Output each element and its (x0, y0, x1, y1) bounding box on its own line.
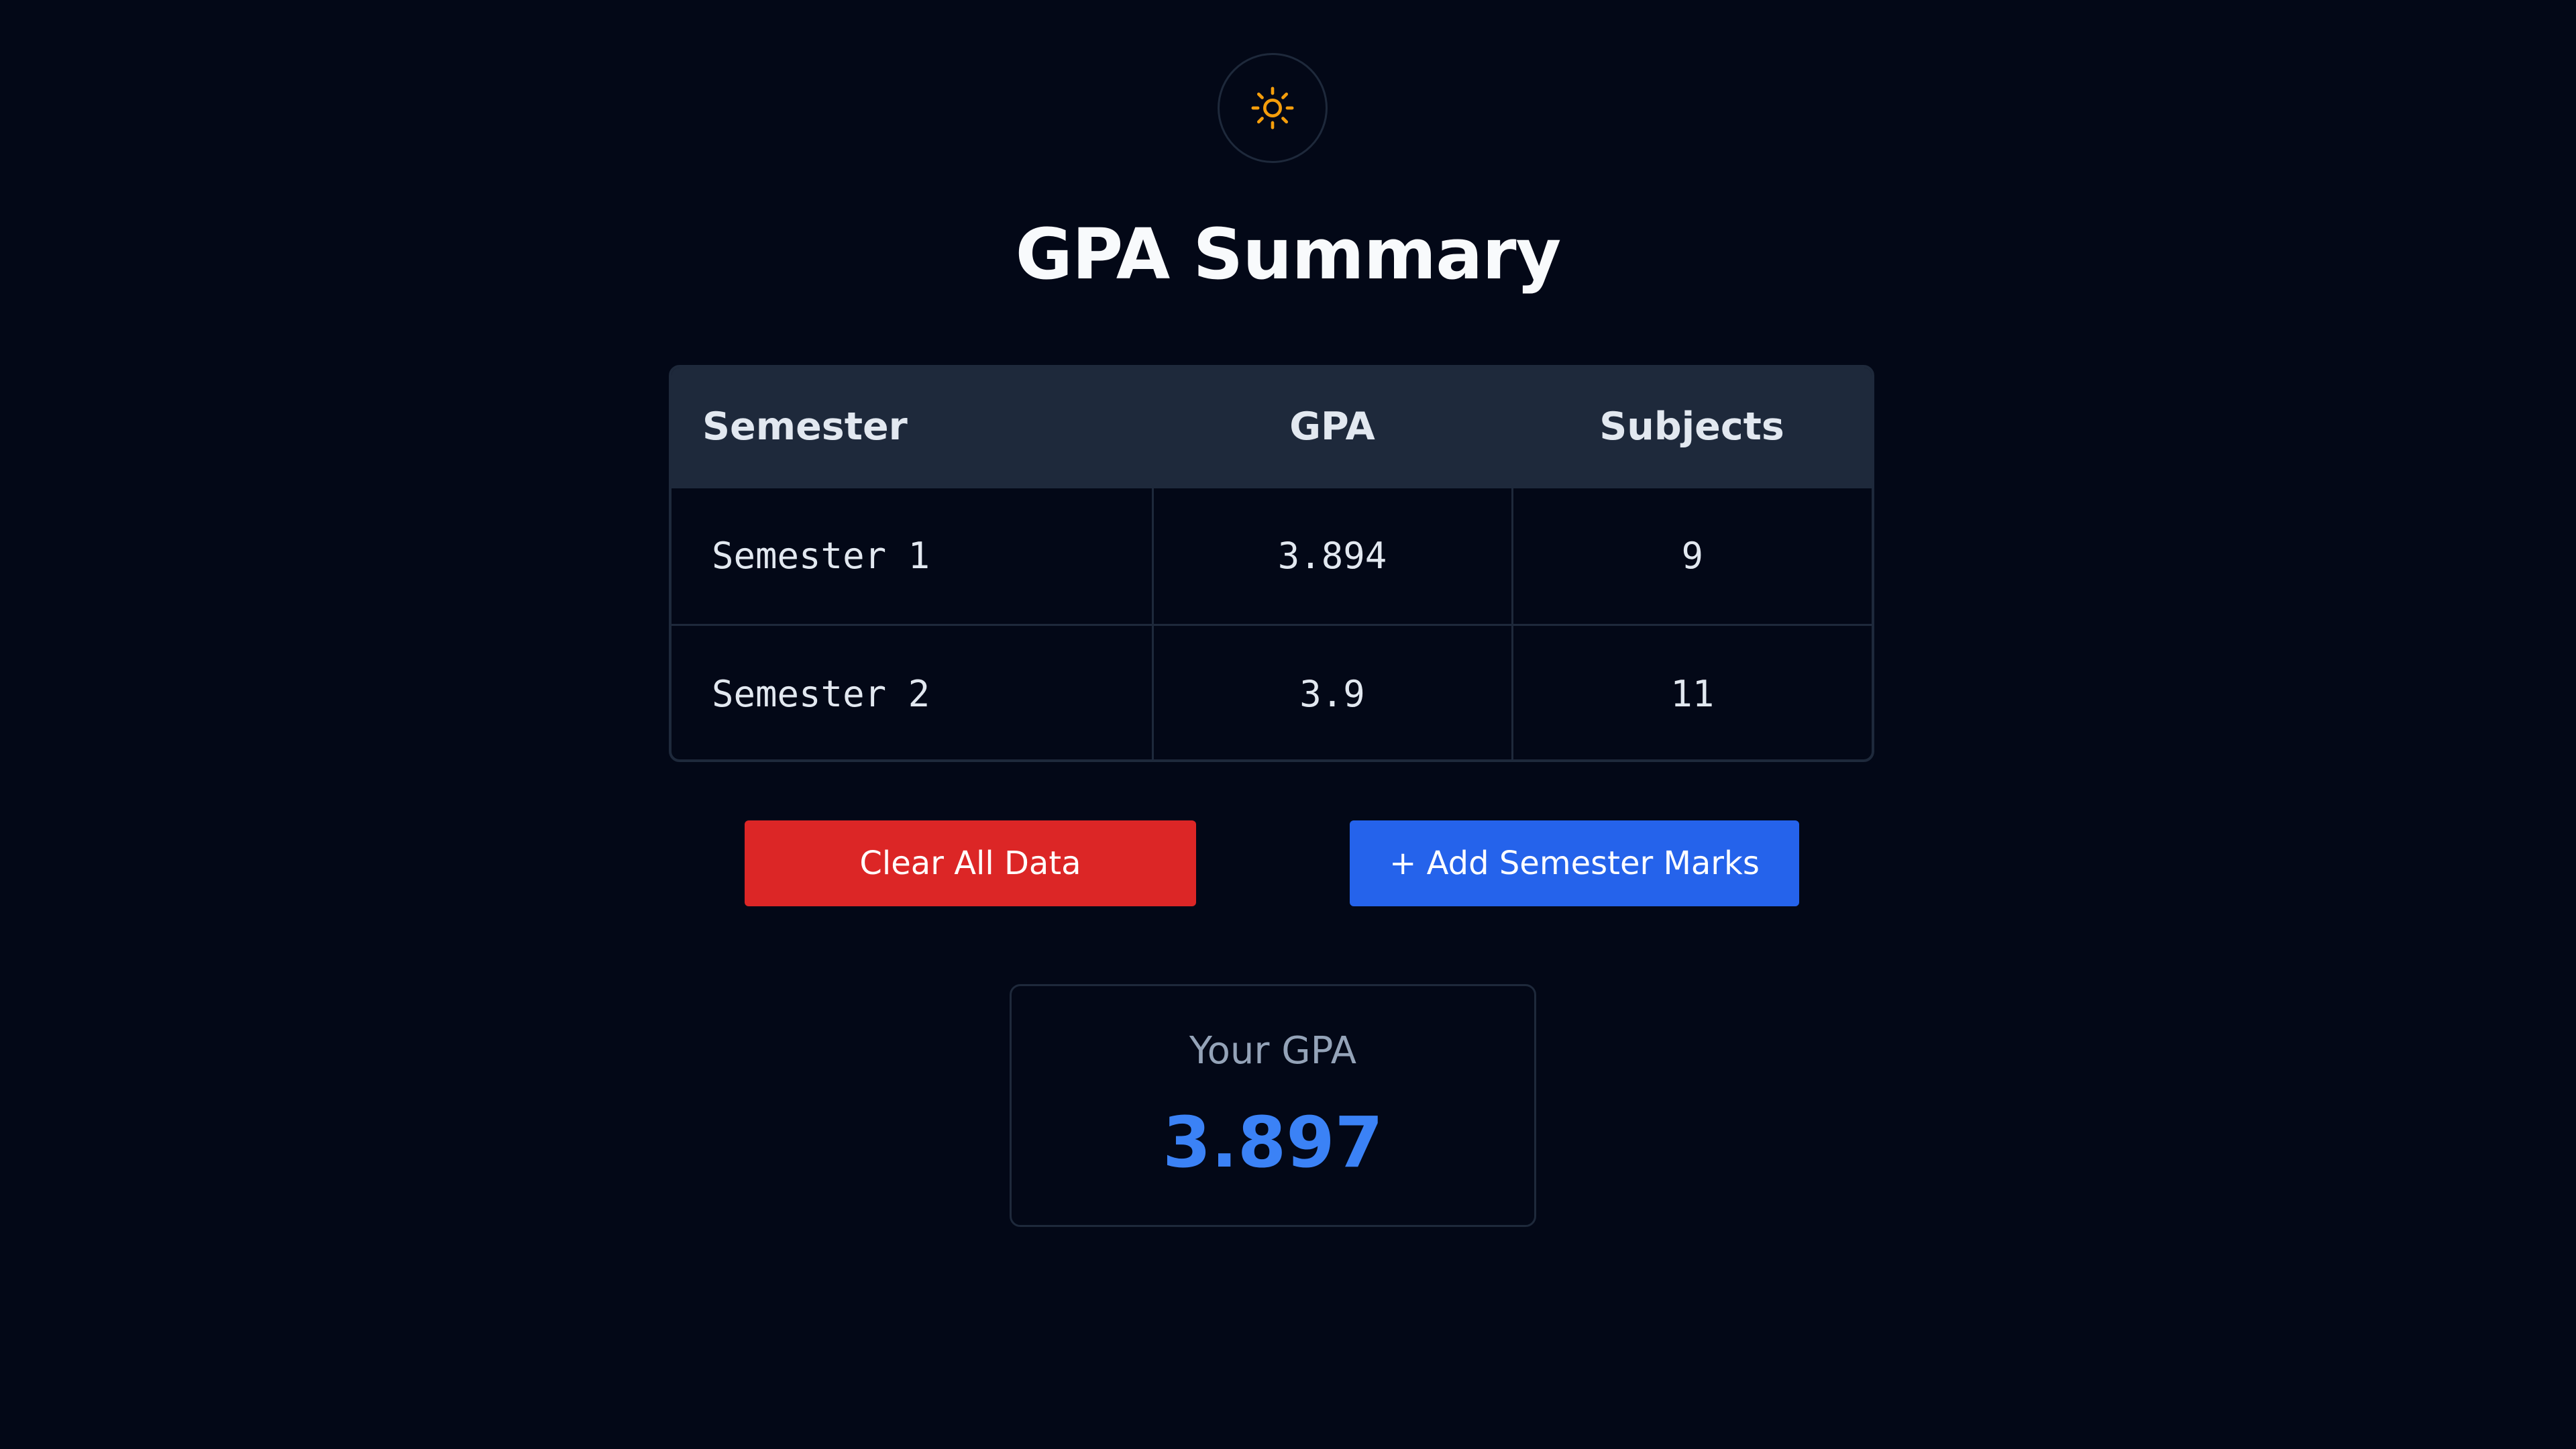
semester-subjects: 9 (1511, 486, 1872, 625)
semester-subjects: 11 (1511, 623, 1872, 759)
semester-name: Semester 1 (672, 486, 1152, 625)
gpa-result-label: Your GPA (1189, 1029, 1357, 1073)
table-row: Semester 2 3.9 11 (672, 623, 1872, 759)
header-subjects: Subjects (1599, 405, 1784, 449)
theme-toggle-button[interactable] (1218, 53, 1328, 163)
semester-gpa: 3.9 (1151, 623, 1512, 759)
table-header-row: Semester GPA Subjects (672, 368, 1872, 487)
page-title: GPA Summary (1015, 213, 1562, 295)
clear-all-data-button[interactable]: Clear All Data (745, 820, 1196, 906)
gpa-summary-page: GPA Summary Semester GPA Subjects Semest… (0, 0, 2576, 1449)
semester-table: Semester GPA Subjects Semester 1 3.894 9… (669, 365, 1874, 762)
sun-icon (1249, 85, 1296, 131)
header-semester: Semester (702, 405, 908, 449)
semester-name: Semester 2 (672, 623, 1152, 759)
header-gpa: GPA (1289, 405, 1375, 449)
semester-gpa: 3.894 (1151, 486, 1512, 625)
table-row: Semester 1 3.894 9 (672, 486, 1872, 625)
gpa-result-card: Your GPA 3.897 (1010, 984, 1536, 1227)
gpa-result-value: 3.897 (1163, 1102, 1383, 1183)
add-semester-marks-button[interactable]: + Add Semester Marks (1350, 820, 1799, 906)
